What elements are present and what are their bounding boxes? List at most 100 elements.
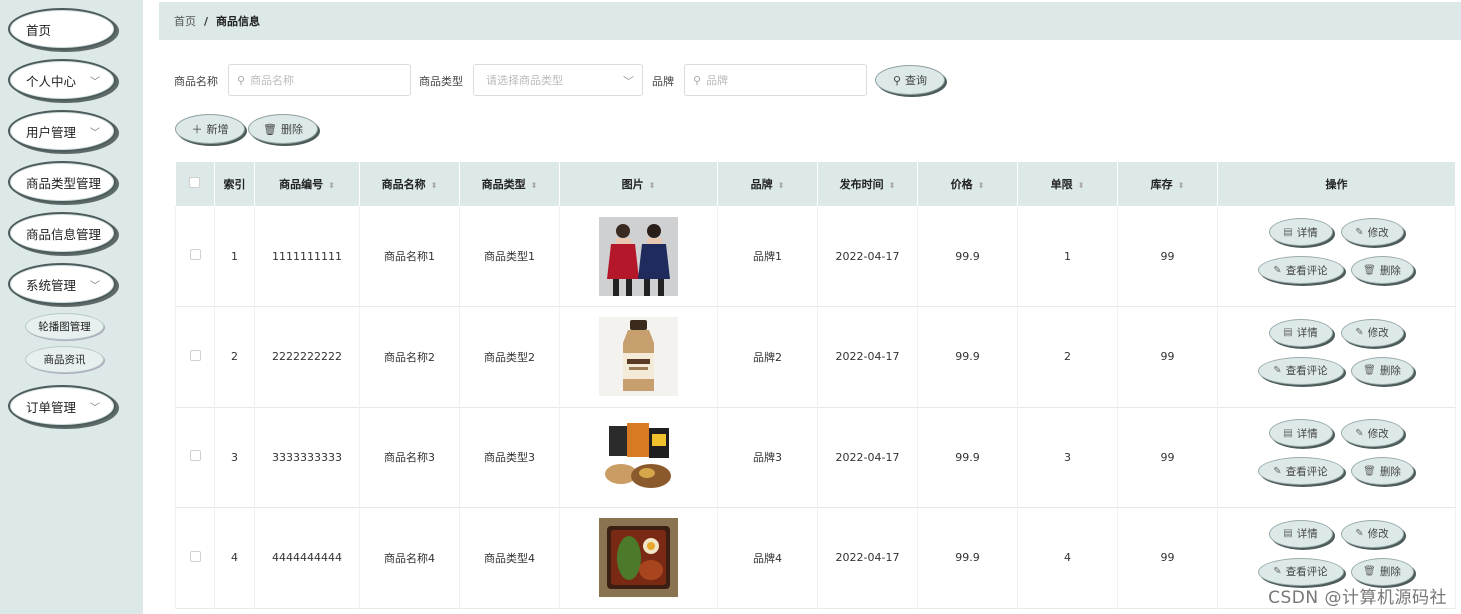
- document-icon: ▤: [1283, 427, 1293, 439]
- row-checkbox[interactable]: [189, 550, 201, 562]
- cell-type: 商品类型4: [459, 507, 560, 608]
- detail-button[interactable]: ▤ 详情: [1268, 519, 1333, 548]
- detail-label: 详情: [1296, 427, 1318, 440]
- chevron-down-icon: ﹀: [90, 128, 100, 139]
- header-actions: 操作: [1217, 162, 1456, 206]
- header-price[interactable]: 价格 ⬍: [917, 162, 1018, 206]
- sidebar-subitem-carousel[interactable]: 轮播图管理: [25, 313, 104, 340]
- view-comments-button[interactable]: ✎ 查看评论: [1257, 356, 1344, 385]
- bulk-delete-button[interactable]: 🗑 删除: [248, 114, 318, 144]
- pencil-icon: ✎: [1355, 427, 1364, 439]
- sort-icon[interactable]: ⬍: [1078, 181, 1085, 190]
- delete-label: 删除: [1379, 465, 1401, 478]
- edit-label: 修改: [1367, 327, 1389, 340]
- row-checkbox[interactable]: [189, 249, 201, 260]
- edit-label: 修改: [1367, 226, 1389, 239]
- product-image-bottle[interactable]: [599, 317, 678, 397]
- sidebar-item-system-management[interactable]: 系统管理 ﹀: [8, 263, 116, 305]
- brand-input[interactable]: ⚲ 品牌: [684, 64, 867, 96]
- sidebar-item-product-info-management[interactable]: 商品信息管理: [8, 212, 116, 254]
- edit-label: 修改: [1367, 528, 1389, 541]
- header-type[interactable]: 商品类型 ⬍: [459, 162, 560, 206]
- cell-name: 商品名称2: [359, 306, 460, 407]
- header-image-label: 图片: [621, 178, 644, 191]
- row-checkbox[interactable]: [189, 450, 201, 462]
- product-name-input[interactable]: ⚲ 商品名称: [228, 64, 411, 96]
- header-code[interactable]: 商品编号 ⬍: [254, 162, 360, 206]
- sidebar-item-user-management[interactable]: 用户管理 ﹀: [8, 110, 116, 152]
- header-stock[interactable]: 库存 ⬍: [1117, 162, 1218, 206]
- select-all-checkbox[interactable]: [189, 177, 201, 188]
- search-icon: ⚲: [237, 73, 246, 87]
- delete-button[interactable]: 🗑 删除: [1350, 557, 1414, 586]
- cell-price: 99.9: [917, 206, 1018, 307]
- view-comments-button[interactable]: ✎ 查看评论: [1257, 557, 1344, 586]
- delete-button[interactable]: 🗑 删除: [1350, 457, 1414, 486]
- sort-icon[interactable]: ⬍: [978, 181, 985, 190]
- sort-icon[interactable]: ⬍: [649, 181, 656, 190]
- chevron-down-icon: ﹀: [90, 281, 100, 292]
- table-row: 2 2222222222 商品名称2 商品类型2 品牌2 2022-04-17 …: [175, 306, 1456, 407]
- sidebar-item-home[interactable]: 首页: [8, 8, 116, 50]
- edit-button[interactable]: ✎ 修改: [1340, 519, 1404, 548]
- delete-label: 删除: [1379, 365, 1401, 378]
- sort-icon[interactable]: ⬍: [328, 181, 335, 190]
- cell-stock: 99: [1117, 306, 1218, 407]
- detail-button[interactable]: ▤ 详情: [1268, 318, 1333, 347]
- delete-button[interactable]: 🗑 删除: [1350, 256, 1414, 284]
- chevron-down-icon: ﹀: [623, 75, 634, 88]
- sort-icon[interactable]: ⬍: [531, 181, 538, 190]
- breadcrumb: 首页 / 商品信息: [159, 2, 1461, 40]
- row-select-cell: [175, 407, 215, 508]
- header-name[interactable]: 商品名称 ⬍: [359, 162, 460, 206]
- product-name-placeholder: 商品名称: [250, 74, 295, 87]
- view-comments-button[interactable]: ✎ 查看评论: [1257, 457, 1344, 486]
- query-button[interactable]: ⚲ 查询: [875, 65, 945, 95]
- sidebar-item-personal-center[interactable]: 个人中心 ﹀: [8, 59, 116, 101]
- header-date-label: 发布时间: [839, 178, 884, 191]
- edit-button[interactable]: ✎ 修改: [1340, 218, 1404, 246]
- row-select-cell: [175, 306, 215, 407]
- sidebar-item-order-management[interactable]: 订单管理 ﹀: [8, 385, 116, 427]
- delete-label: 删除: [1379, 566, 1401, 579]
- cell-limit: 1: [1017, 206, 1118, 307]
- edit-button[interactable]: ✎ 修改: [1340, 318, 1404, 347]
- detail-button[interactable]: ▤ 详情: [1268, 419, 1333, 448]
- sort-icon[interactable]: ⬍: [431, 181, 438, 190]
- sidebar-subitem-product-news[interactable]: 商品资讯: [25, 346, 104, 373]
- header-brand[interactable]: 品牌 ⬍: [717, 162, 818, 206]
- header-image[interactable]: 图片 ⬍: [559, 162, 718, 206]
- add-button[interactable]: ＋ 新增: [175, 114, 245, 144]
- sidebar-subitem-label: 商品资讯: [43, 354, 86, 366]
- sidebar-item-product-type-management[interactable]: 商品类型管理: [8, 161, 116, 203]
- product-name-label: 商品名称: [174, 75, 218, 88]
- product-image-clothing[interactable]: [599, 216, 678, 296]
- sort-icon[interactable]: ⬍: [1178, 181, 1185, 190]
- delete-button[interactable]: 🗑 删除: [1350, 356, 1414, 385]
- cell-image: [559, 407, 718, 508]
- table-row: 4 4444444444 商品名称4 商品类型4 品牌4 2022-04-17 …: [175, 507, 1456, 608]
- header-limit[interactable]: 单限 ⬍: [1017, 162, 1118, 206]
- comments-label: 查看评论: [1285, 566, 1328, 579]
- pencil-icon: ✎: [1355, 327, 1364, 339]
- comments-label: 查看评论: [1285, 365, 1328, 378]
- row-checkbox[interactable]: [189, 349, 201, 361]
- product-type-placeholder: 请选择商品类型: [486, 74, 563, 87]
- header-index: 索引: [214, 162, 255, 206]
- view-comments-button[interactable]: ✎ 查看评论: [1257, 256, 1344, 284]
- product-type-select[interactable]: 请选择商品类型 ﹀: [473, 64, 643, 96]
- edit-button[interactable]: ✎ 修改: [1340, 419, 1404, 448]
- sort-icon[interactable]: ⬍: [889, 181, 896, 190]
- product-image-food-box[interactable]: [599, 518, 678, 598]
- cell-limit: 2: [1017, 306, 1118, 407]
- header-stock-label: 库存: [1150, 178, 1173, 191]
- product-image-snacks[interactable]: [599, 417, 678, 497]
- cell-date: 2022-04-17: [817, 507, 918, 608]
- sidebar: 首页 个人中心 ﹀ 用户管理 ﹀ 商品类型管理 商品信息管理 系统管理 ﹀ 轮播图管理…: [0, 0, 143, 614]
- sort-icon[interactable]: ⬍: [778, 181, 785, 190]
- cell-actions: ▤ 详情 ✎ 修改 ✎ 查看评论 🗑 删除: [1217, 306, 1456, 407]
- detail-button[interactable]: ▤ 详情: [1268, 218, 1333, 246]
- breadcrumb-home[interactable]: 首页: [174, 13, 196, 29]
- table-header-row: 索引 商品编号 ⬍ 商品名称 ⬍ 商品类型 ⬍ 图片 ⬍ 品牌 ⬍ 发布时间 ⬍ 价格 ⬍ 单…: [175, 162, 1456, 206]
- header-date[interactable]: 发布时间 ⬍: [817, 162, 918, 206]
